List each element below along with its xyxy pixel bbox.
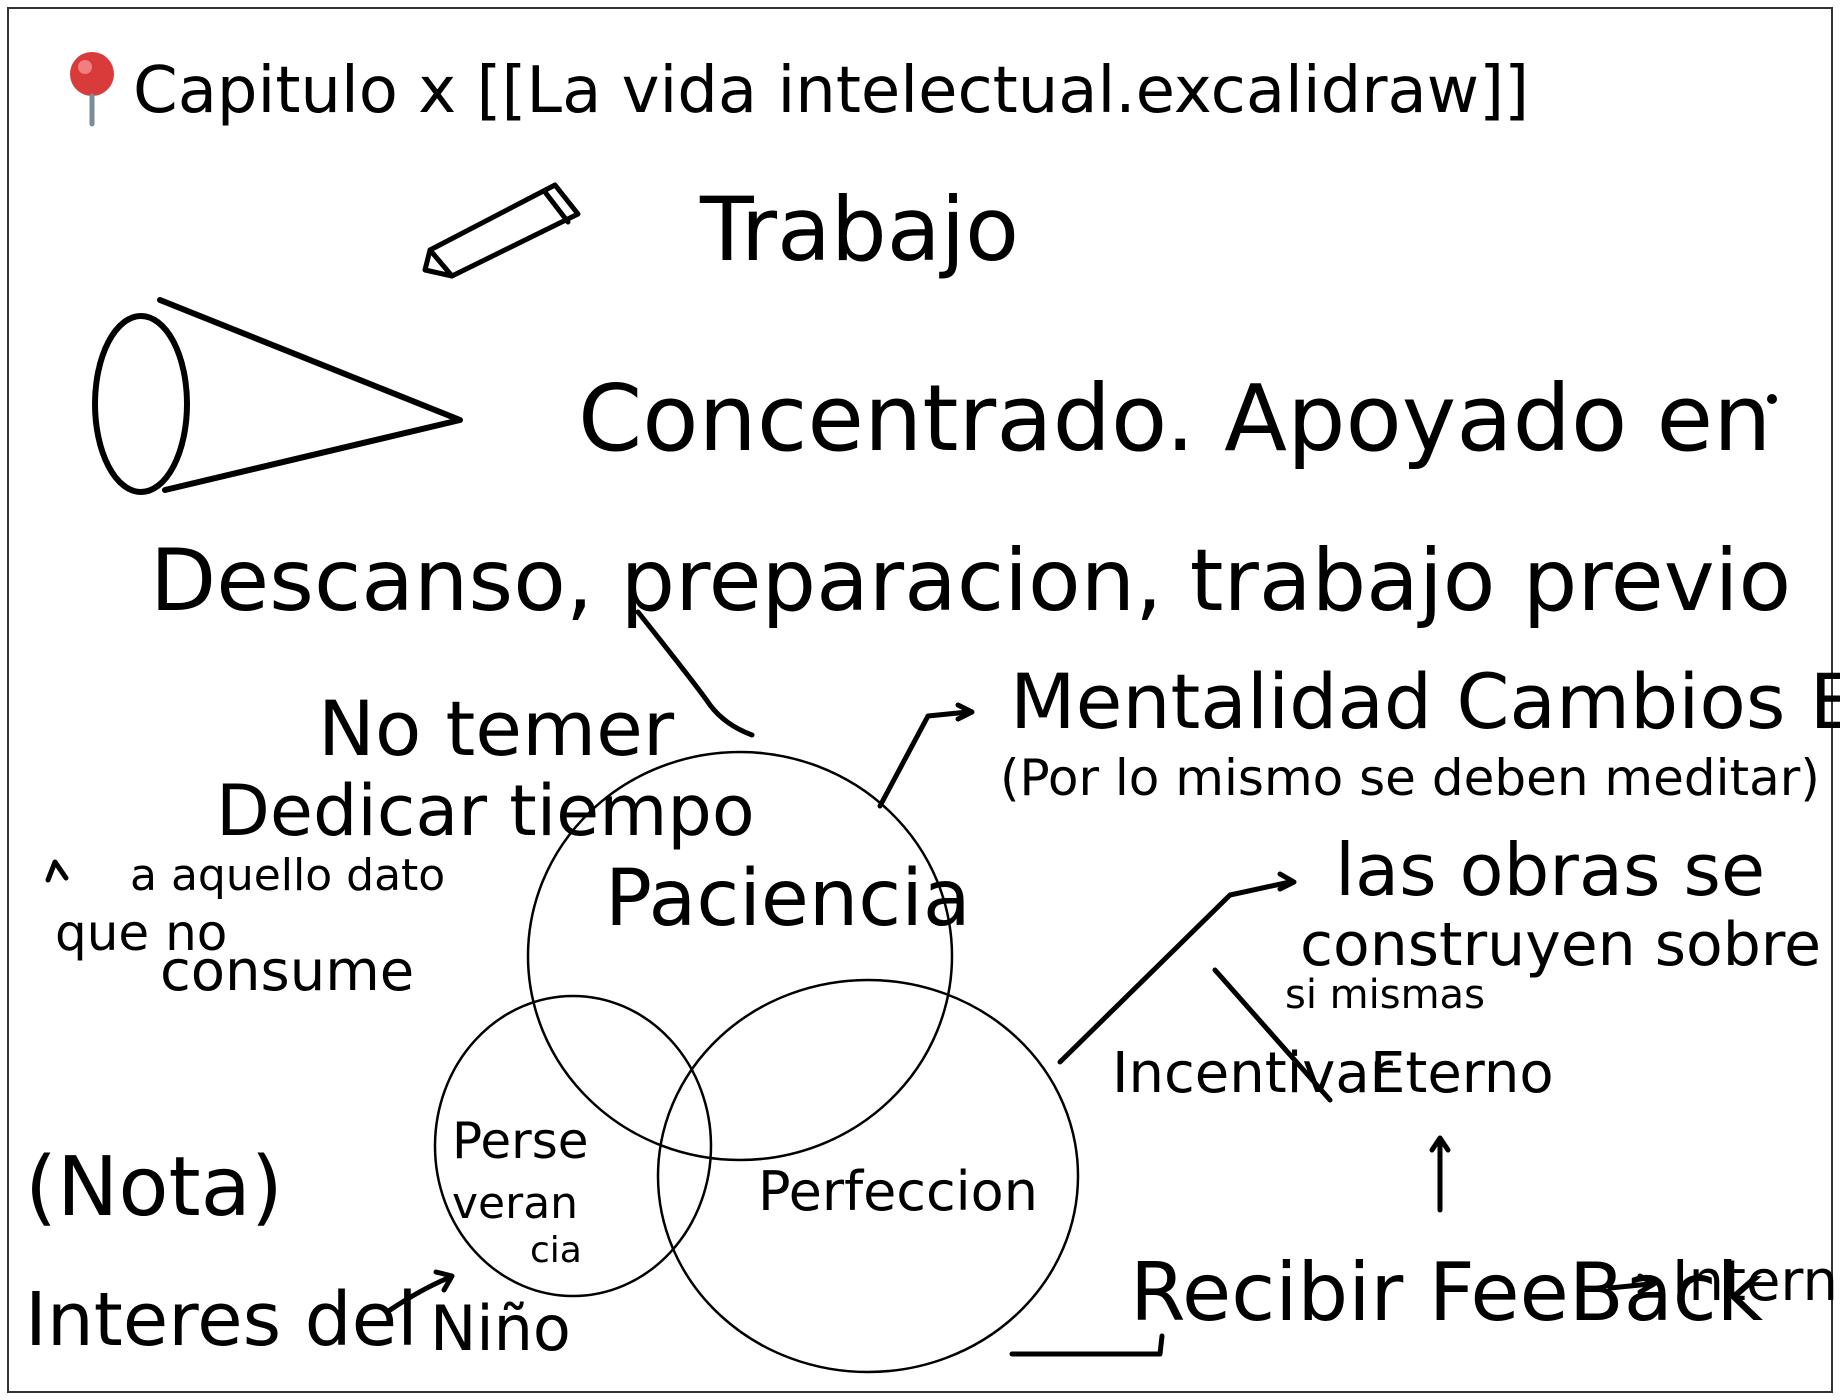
- venn-label-perseverancia-3: cia: [530, 1230, 582, 1271]
- venn-label-perfeccion: Perfeccion: [758, 1160, 1038, 1223]
- dot-mark: [1767, 394, 1777, 404]
- drawing-surface: Capitulo x [[La vida intelectual.excalid…: [7, 7, 1840, 1393]
- caret-mark: [45, 859, 69, 883]
- venn-label-paciencia: Paciencia: [605, 854, 971, 944]
- note-interno: Interno: [1672, 1249, 1840, 1314]
- note-aquello: a aquello dato: [130, 850, 445, 901]
- note-interes: Interes del: [25, 1277, 418, 1363]
- note-concentrado: Concentrado. Apoyado en: [578, 365, 1771, 472]
- whiteboard-canvas: Capitulo x [[La vida intelectual.excalid…: [0, 0, 1840, 1400]
- venn-label-perseverancia-1: Perse: [452, 1112, 589, 1170]
- page-title: Capitulo x [[La vida intelectual.excalid…: [133, 54, 1529, 128]
- arrow-to-mentalidad: [877, 709, 971, 809]
- note-descanso: Descanso, preparacion, trabajo previo: [150, 531, 1791, 631]
- note-trabajo: Trabajo: [699, 178, 1019, 281]
- note-no-temer: No temer: [318, 684, 675, 773]
- note-por-lo-mismo: (Por lo mismo se deben meditar): [1000, 749, 1820, 807]
- note-recibir: Recibir FeeBack: [1130, 1246, 1764, 1339]
- note-incentivar: Incentivar: [1112, 1041, 1394, 1106]
- up-arrow: [1429, 1135, 1451, 1213]
- venn-label-perseverancia-2: veran: [452, 1178, 578, 1229]
- note-nota: (Nota): [25, 1140, 283, 1235]
- pencil-icon: [422, 182, 581, 279]
- note-si-mismas: si mismas: [1285, 972, 1485, 1018]
- note-construyen: construyen sobre: [1300, 910, 1821, 980]
- pushpin-icon: [70, 52, 114, 127]
- note-nino: Niño: [430, 1292, 571, 1365]
- note-dedicar-tiempo: Dedicar tiempo: [216, 770, 755, 852]
- arrow-to-obras: [1057, 879, 1293, 1065]
- note-las-obras: las obras se: [1335, 828, 1765, 912]
- note-eterno: Eterno: [1370, 1041, 1554, 1106]
- note-consume: consume: [160, 939, 414, 1004]
- note-mentalidad: Mentalidad Cambios Eternos: [1010, 657, 1840, 746]
- focus-cone-icon: [92, 297, 463, 495]
